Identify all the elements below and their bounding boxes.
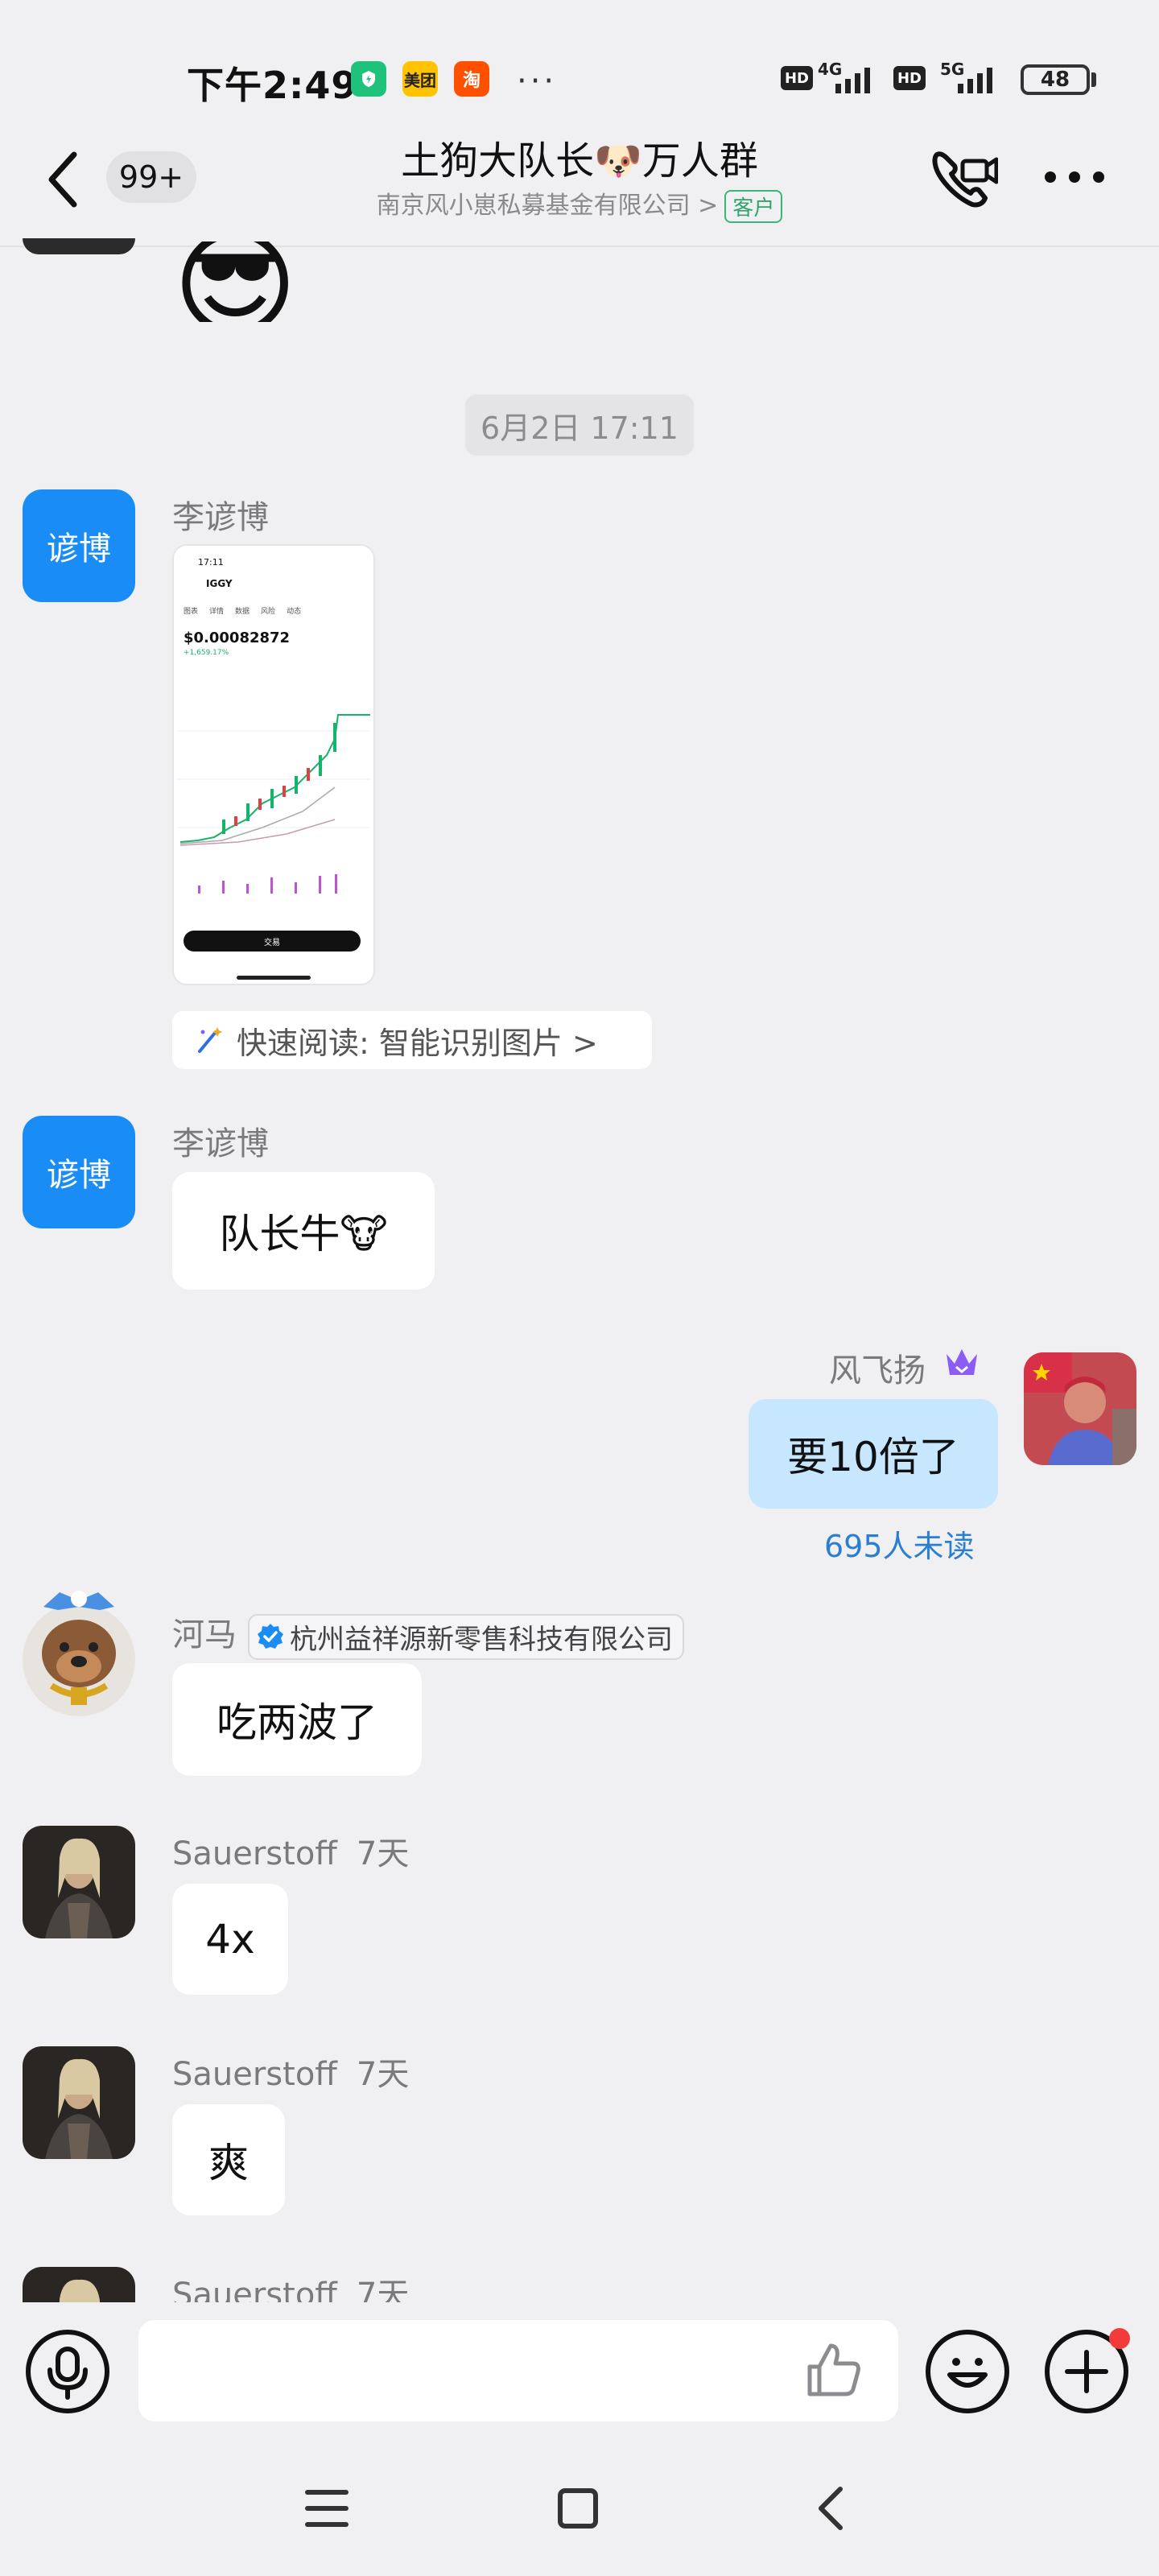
sender-name: 李谚博 (172, 499, 269, 536)
menu-icon[interactable] (303, 2486, 351, 2531)
taobao-icon: 淘 (454, 61, 489, 97)
avatar[interactable]: 谚博 (23, 489, 135, 602)
sender-name: 李谚博 (172, 1125, 269, 1162)
thumb-tab: 风险 (261, 608, 276, 616)
avatar-partial (23, 238, 135, 254)
thumb-tab: 详情 (209, 608, 225, 616)
smiley-icon (947, 2358, 988, 2388)
thumb-time: 17:11 (198, 557, 224, 568)
quick-read-button[interactable]: 快速阅读: 智能识别图片 > (172, 1011, 652, 1069)
thumbs-up-icon[interactable] (802, 2338, 866, 2402)
magic-wand-icon (198, 1027, 222, 1053)
company-badge[interactable]: 杭州益祥源新零售科技有限公司 (248, 1613, 684, 1660)
thumb-change: +1,659.17% (184, 649, 229, 657)
sender-name: Sauerstoff 7天 (172, 2268, 409, 2302)
thumb-home-indicator (237, 976, 311, 980)
more-options-icon[interactable] (1038, 153, 1111, 201)
sender-timestamp: 7天 (356, 2056, 410, 2093)
avatar[interactable]: 谚博 (23, 1116, 135, 1228)
sender-name-text: 河马 (172, 1616, 237, 1653)
thumb-price: $0.00082872 (184, 630, 291, 646)
message-bubble[interactable]: 吃两波了 (172, 1663, 422, 1776)
sunglasses-emoji: 😎 (172, 242, 298, 322)
voice-button[interactable] (26, 2330, 109, 2413)
company-badge-label: 杭州益祥源新零售科技有限公司 (290, 1623, 673, 1656)
sender-name-text: Sauerstoff (172, 1835, 337, 1872)
signal-icon (835, 68, 870, 93)
company-name: 南京风小崽私募基金有限公司 > (376, 192, 719, 220)
notification-dot (1109, 2328, 1130, 2349)
hd-badge: HD (893, 66, 926, 90)
thumb-tabs: 图表 详情 数据 风险 动态 (184, 605, 301, 616)
battery-tip (1091, 72, 1096, 87)
verified-icon (258, 1624, 283, 1649)
thumb-tab: 图表 (184, 608, 199, 616)
emoji-button[interactable] (926, 2330, 1009, 2413)
message-bubble[interactable]: 爽 (172, 2104, 285, 2215)
meituan-icon: 美团 (402, 61, 438, 97)
sender-timestamp: 7天 (356, 1835, 410, 1872)
status-time: 下午2:49 (187, 64, 358, 107)
thumb-token: IGGY (206, 578, 233, 589)
avatar[interactable] (23, 1826, 135, 1938)
time-separator: 6月2日 17:11 (465, 394, 694, 456)
sender-timestamp: 7天 (356, 2277, 410, 2302)
sender-name: Sauerstoff 7天 (172, 2048, 409, 2095)
microphone-icon (47, 2347, 88, 2400)
thumb-tab: 动态 (287, 608, 302, 616)
thumb-trade-button: 交易 (184, 931, 361, 952)
message-input[interactable] (138, 2320, 898, 2421)
unread-receipt[interactable]: 695人未读 (824, 1521, 975, 1566)
image-message[interactable]: 17:11 IGGY 图表 详情 数据 风险 动态 $0.00082872 +1… (172, 544, 375, 985)
signal-icon (958, 68, 992, 93)
my-avatar[interactable] (1024, 1352, 1136, 1465)
green-app-icon (351, 61, 386, 97)
sender-name: Sauerstoff 7天 (172, 1827, 409, 1874)
sender-name: 河马 杭州益祥源新零售科技有限公司 (172, 1608, 684, 1660)
my-message-bubble[interactable]: 要10倍了 (749, 1399, 998, 1509)
avatar[interactable] (23, 1583, 135, 1719)
battery-icon: 48 (1021, 64, 1090, 95)
sender-name: 风飞扬 (829, 1352, 926, 1389)
status-more-icon: ··· (517, 63, 558, 100)
thumb-tab: 数据 (235, 608, 250, 616)
back-nav-icon[interactable] (808, 2483, 853, 2534)
video-call-icon[interactable] (926, 143, 998, 216)
thumb-chart (177, 714, 370, 894)
message-bubble[interactable]: 队长牛🐮 (172, 1172, 435, 1290)
avatar[interactable] (23, 2046, 135, 2159)
message-bubble[interactable]: 4x (172, 1884, 288, 1995)
avatar[interactable] (23, 2267, 135, 2302)
sender-name-text: Sauerstoff (172, 2277, 337, 2302)
crown-badge-icon (947, 1349, 977, 1375)
quick-read-label: 快速阅读: 智能识别图片 > (237, 1025, 598, 1061)
emoji-text: 😎 (172, 242, 299, 322)
hd-badge: HD (781, 66, 813, 90)
customer-tag: 客户 (724, 190, 783, 223)
home-icon[interactable] (554, 2484, 602, 2533)
sender-name-text: Sauerstoff (172, 2056, 337, 2093)
